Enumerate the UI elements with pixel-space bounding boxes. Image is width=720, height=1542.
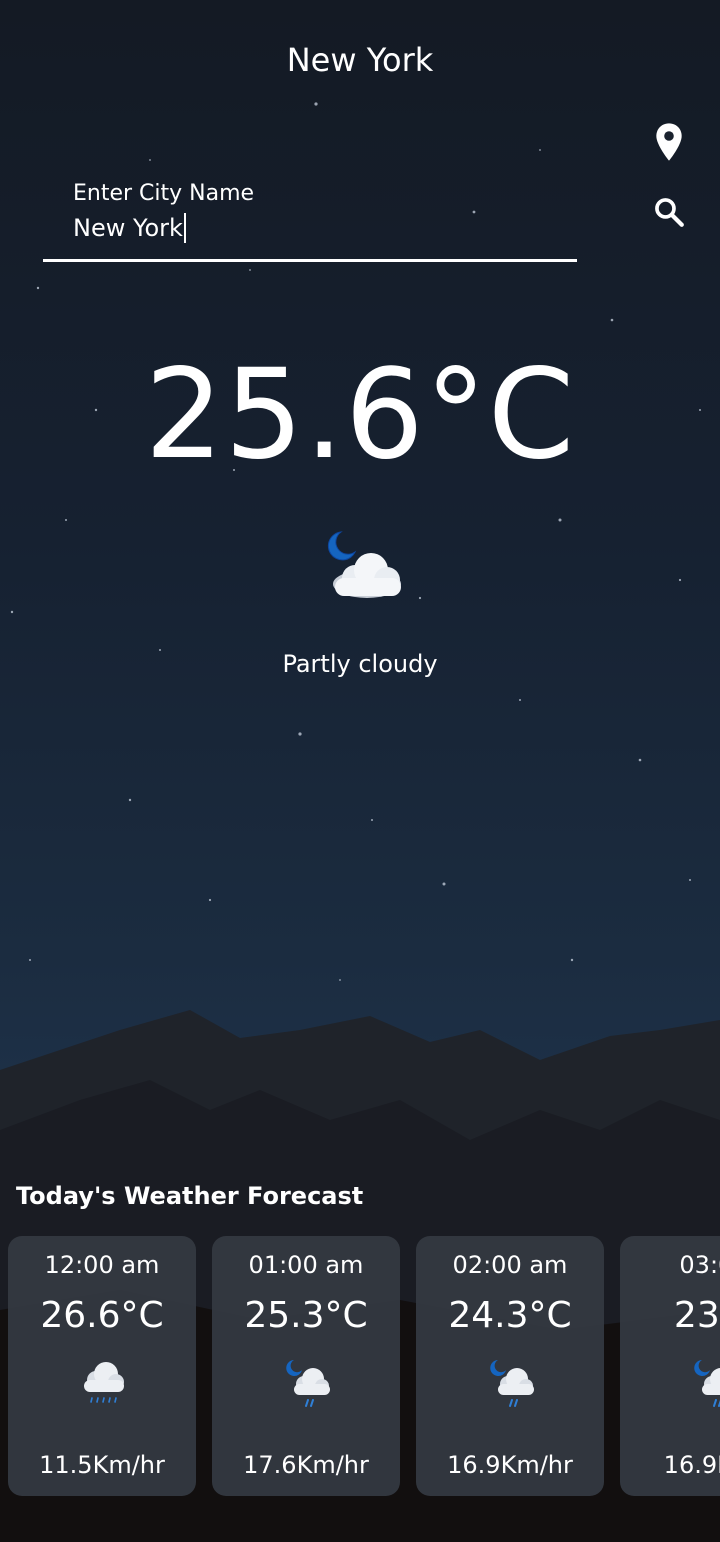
current-temperature: 25.6°C [144,343,576,487]
forecast-time: 01:00 am [248,1251,364,1279]
forecast-wind: 16.9Km/ [663,1451,720,1479]
night-rain-icon [694,1360,720,1407]
forecast-time: 02:00 am [452,1251,568,1279]
light-rain-icon [84,1362,124,1403]
forecast-temp: 25.3°C [244,1295,368,1336]
city-input-label: Enter City Name [73,181,255,206]
partly-cloudy-night-icon [327,531,401,598]
forecast-wind: 11.5Km/hr [39,1451,165,1479]
forecast-card: 02:00 am 24.3°C 16.9Km/hr [416,1236,604,1496]
forecast-wind: 16.9Km/hr [447,1451,573,1479]
forecast-card: 12:00 am 26.6°C 11.5Km/hr [8,1236,196,1496]
night-rain-icon [490,1360,534,1407]
current-condition: Partly cloudy [282,650,438,678]
forecast-time: 12:00 am [44,1251,160,1279]
location-pin-icon [656,123,682,161]
forecast-temp: 23.7 [673,1295,720,1336]
forecast-temp: 24.3°C [448,1295,572,1336]
city-input-underline [43,259,577,262]
forecast-list[interactable]: 12:00 am 26.6°C 11.5Km/hr 01:00 am 25.3°… [0,1236,720,1496]
text-caret [183,213,186,243]
forecast-card: 01:00 am 25.3°C 17.6Km/hr [212,1236,400,1496]
location-button[interactable] [645,118,693,166]
city-search-input[interactable]: New York [73,210,563,246]
night-rain-icon [286,1360,330,1407]
forecast-wind: 17.6Km/hr [243,1451,369,1479]
city-input-value: New York [73,214,183,242]
forecast-card: 03:00 23.7 16.9Km/ [620,1236,720,1496]
forecast-title: Today's Weather Forecast [16,1182,364,1210]
city-title: New York [286,41,434,79]
search-button[interactable] [645,188,693,236]
forecast-time: 03:00 [679,1251,720,1279]
search-icon [655,198,684,227]
forecast-temp: 26.6°C [40,1295,164,1336]
